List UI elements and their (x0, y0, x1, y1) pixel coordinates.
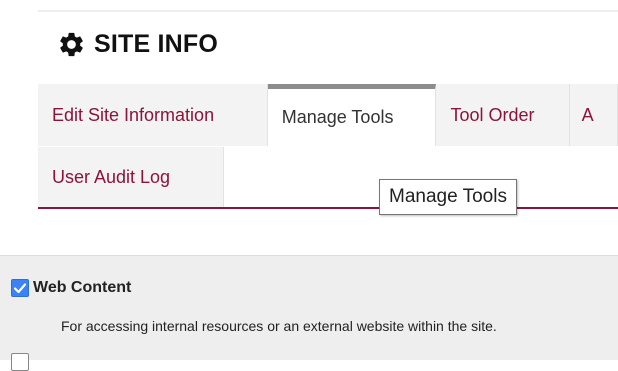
top-divider (38, 10, 618, 12)
tab-tool-order[interactable]: Tool Order (436, 84, 570, 146)
page-header: SITE INFO (57, 30, 218, 59)
cropped-heading (56, 236, 476, 250)
tab-edit-site-information[interactable]: Edit Site Information (38, 84, 268, 146)
tab-bar: Edit Site Information Manage Tools Tool … (38, 84, 618, 146)
web-content-description: For accessing internal resources or an e… (61, 318, 497, 334)
web-content-label[interactable]: Web Content (33, 279, 131, 297)
web-content-checkbox[interactable] (11, 279, 29, 297)
tab-underline (38, 207, 618, 209)
tab-truncated[interactable]: A (569, 84, 618, 146)
tab-user-audit-log[interactable]: User Audit Log (38, 147, 224, 207)
page-title: SITE INFO (94, 30, 219, 58)
gear-icon (60, 32, 83, 57)
tab-manage-tools[interactable]: Manage Tools (267, 84, 437, 146)
next-tool-checkbox[interactable] (11, 353, 29, 371)
tooltip: Manage Tools (379, 179, 517, 215)
tab-bar-row2: User Audit Log (38, 147, 224, 207)
checkmark-icon (13, 283, 27, 294)
tools-panel (0, 255, 618, 360)
